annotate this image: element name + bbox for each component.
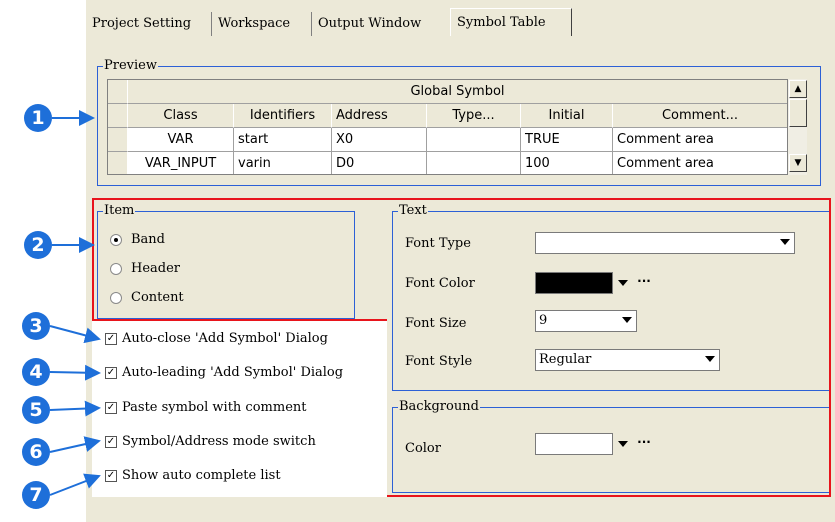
auto-complete-checkbox[interactable]: ✓ — [105, 470, 117, 482]
table-cell[interactable] — [427, 152, 521, 174]
tab-symbol-table[interactable]: Symbol Table — [450, 8, 572, 38]
column-header[interactable]: Comment... — [613, 104, 788, 128]
row-header — [108, 152, 128, 174]
scroll-thumb[interactable] — [789, 99, 807, 127]
table-cell[interactable]: X0 — [332, 128, 427, 152]
tab-project-setting[interactable]: Project Setting — [86, 12, 212, 36]
table-cell[interactable] — [427, 128, 521, 152]
callout-badge-2: 2 — [24, 231, 52, 259]
row-header — [108, 128, 128, 152]
table-cell[interactable]: 100 — [521, 152, 613, 174]
table-cell[interactable]: varin — [234, 152, 332, 174]
symbol-preview-table: Global Symbol Class Identifiers Address … — [107, 79, 807, 175]
auto-leading-label: Auto-leading 'Add Symbol' Dialog — [122, 365, 344, 380]
preview-scrollbar[interactable]: ▲ ▼ — [787, 79, 807, 175]
table-cell[interactable]: D0 — [332, 152, 427, 174]
paste-comment-checkbox[interactable]: ✓ — [105, 402, 117, 414]
mode-switch-label: Symbol/Address mode switch — [122, 434, 316, 449]
tab-workspace[interactable]: Workspace — [212, 12, 312, 36]
callout-badge-3: 3 — [22, 312, 50, 340]
table-cell[interactable]: Comment area — [613, 152, 788, 174]
column-header[interactable]: Address — [332, 104, 427, 128]
table-cell[interactable]: Comment area — [613, 128, 788, 152]
auto-leading-checkbox[interactable]: ✓ — [105, 367, 117, 379]
column-header[interactable]: Identifiers — [234, 104, 332, 128]
column-header[interactable]: Type... — [427, 104, 521, 128]
auto-close-checkbox[interactable]: ✓ — [105, 333, 117, 345]
callout-badge-5: 5 — [22, 396, 50, 424]
table-cell[interactable]: VAR — [128, 128, 234, 152]
table-cell[interactable]: TRUE — [521, 128, 613, 152]
corner-cell — [108, 80, 128, 104]
table-title: Global Symbol — [128, 80, 788, 104]
paste-comment-label: Paste symbol with comment — [122, 400, 307, 415]
callout-badge-7: 7 — [22, 481, 50, 509]
scroll-up-icon[interactable]: ▲ — [789, 80, 807, 98]
column-header[interactable]: Initial — [521, 104, 613, 128]
column-header[interactable]: Class — [128, 104, 234, 128]
tab-output-window[interactable]: Output Window — [312, 12, 450, 36]
preview-group-label: Preview — [103, 58, 158, 73]
callout-badge-1: 1 — [24, 104, 52, 132]
callout-badge-6: 6 — [22, 438, 50, 466]
auto-complete-label: Show auto complete list — [122, 468, 281, 483]
auto-close-label: Auto-close 'Add Symbol' Dialog — [122, 331, 328, 346]
row-header — [108, 104, 128, 128]
mode-switch-checkbox[interactable]: ✓ — [105, 436, 117, 448]
table-cell[interactable]: start — [234, 128, 332, 152]
callout-badge-4: 4 — [22, 358, 50, 386]
scroll-down-icon[interactable]: ▼ — [789, 154, 807, 172]
table-cell[interactable]: VAR_INPUT — [128, 152, 234, 174]
